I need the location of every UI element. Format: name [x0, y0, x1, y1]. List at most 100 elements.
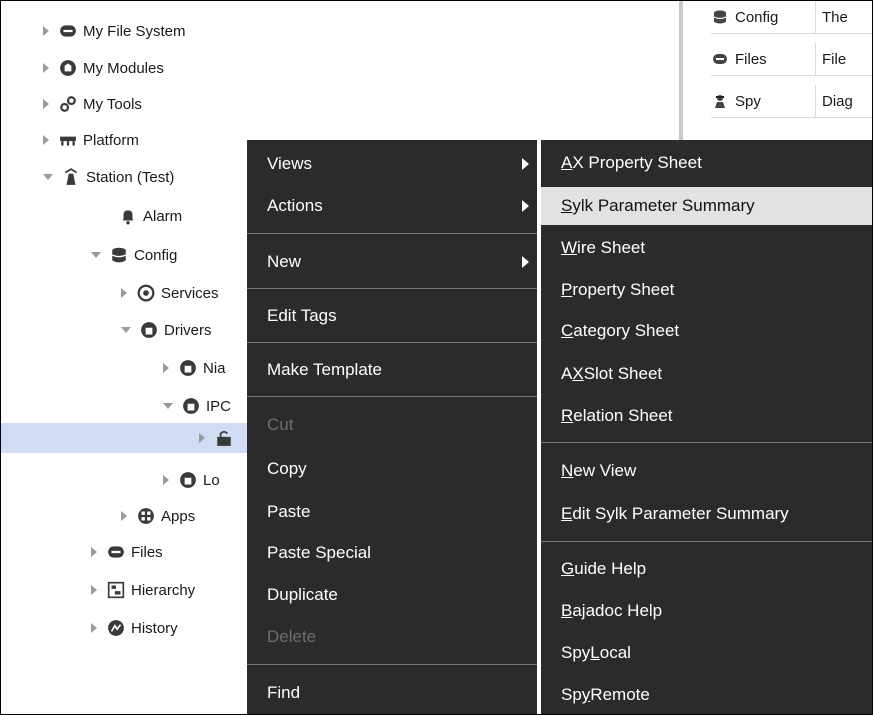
tree-node-services[interactable]: Services [121, 278, 219, 308]
menu-item-duplicate[interactable]: Duplicate [247, 576, 537, 613]
expand-arrow-icon[interactable] [199, 433, 205, 443]
tree-node-label: Platform [83, 131, 139, 149]
tree-node-label: IPC [206, 397, 232, 415]
tree-node-label: Config [134, 246, 178, 264]
database-icon [110, 246, 128, 264]
tree-node-drivers[interactable]: Drivers [121, 315, 212, 345]
history-icon [107, 619, 125, 637]
menu-item-actions[interactable]: Actions [247, 187, 537, 224]
submenu-item-edit-sylk-parameter-summary[interactable]: Edit Sylk Parameter Summary [541, 495, 872, 533]
tree-node-alarm[interactable]: Alarm [119, 201, 182, 231]
collapse-arrow-icon[interactable] [43, 174, 53, 180]
menu-item-make-template[interactable]: Make Template [247, 351, 537, 388]
expand-arrow-icon[interactable] [91, 547, 97, 557]
submenu-item-ax-property-sheet[interactable]: AX Property Sheet [541, 144, 872, 182]
submenu-arrow-icon [522, 157, 529, 170]
tree-node-label: Lo [203, 471, 220, 489]
table-row-description: File [815, 43, 846, 75]
submenu-item-bajadoc-help[interactable]: Bajadoc Help [541, 592, 872, 630]
expand-arrow-icon[interactable] [43, 99, 49, 109]
tree-node-station[interactable]: Station (Test) [43, 162, 174, 192]
tools-icon [59, 95, 77, 113]
menu-separator [247, 396, 537, 397]
views-submenu: AX Property Sheet Sylk Parameter Summary… [541, 140, 872, 714]
table-row[interactable]: Config The [711, 1, 872, 34]
submenu-item-property-sheet[interactable]: Property Sheet [541, 271, 872, 309]
tree-node-my-modules[interactable]: My Modules [43, 53, 164, 83]
table-row-name: Files [735, 50, 767, 68]
expand-arrow-icon[interactable] [163, 363, 169, 373]
bell-icon [119, 207, 137, 225]
submenu-item-new-view[interactable]: New View [541, 452, 872, 490]
tree-node-lo[interactable]: Lo [163, 465, 220, 495]
table-row[interactable]: Files File [711, 43, 872, 76]
tree-node-my-tools[interactable]: My Tools [43, 89, 142, 119]
tree-node-label: Nia [203, 359, 226, 377]
station-tree-window: Config The Files File Spy Diag My File S… [0, 0, 873, 715]
menu-item-edit-tags[interactable]: Edit Tags [247, 297, 537, 334]
menu-item-paste[interactable]: Paste [247, 493, 537, 530]
menu-separator [247, 288, 537, 289]
tree-node-label: Files [131, 543, 163, 561]
submenu-item-spy-remote[interactable]: Sp y Remote [541, 676, 872, 714]
menu-item-views[interactable]: Views [247, 145, 537, 182]
menu-item-new[interactable]: New [247, 243, 537, 280]
tree-node-label: Drivers [164, 321, 212, 339]
tree-node-label: History [131, 619, 178, 637]
submenu-item-sylk-parameter-summary[interactable]: Sylk Parameter Summary [541, 187, 872, 225]
tree-node-label: Alarm [143, 207, 183, 225]
apps-icon [137, 507, 155, 525]
table-row-name: Config [735, 8, 779, 26]
menu-item-delete[interactable]: Delete [247, 618, 537, 655]
expand-arrow-icon[interactable] [163, 475, 169, 485]
station-icon [62, 168, 80, 186]
table-row-name: Spy [735, 92, 761, 110]
tree-node-nia[interactable]: Nia [163, 353, 226, 383]
menu-separator [247, 664, 537, 665]
submenu-item-ax-slot-sheet[interactable]: AX Slot Sheet [541, 355, 872, 393]
expand-arrow-icon[interactable] [43, 135, 49, 145]
expand-arrow-icon[interactable] [121, 288, 127, 298]
tree-node-label: Apps [161, 507, 196, 525]
collapse-arrow-icon[interactable] [163, 403, 173, 409]
drive-icon [59, 22, 77, 40]
tree-node-apps[interactable]: Apps [121, 501, 195, 531]
menu-item-paste-special[interactable]: Paste Special [247, 534, 537, 571]
tree-node-ipc[interactable]: IPC [163, 391, 231, 421]
submenu-item-guide-help[interactable]: Guide Help [541, 550, 872, 588]
network-icon [179, 359, 197, 377]
menu-item-cut[interactable]: Cut [247, 406, 537, 443]
tree-node-platform[interactable]: Platform [43, 125, 139, 155]
tree-node-label: Services [161, 284, 219, 302]
tree-node-hierarchy[interactable]: Hierarchy [91, 575, 195, 605]
submenu-item-wire-sheet[interactable]: Wire Sheet [541, 229, 872, 267]
menu-separator [541, 442, 872, 443]
tree-node-label: My Modules [83, 59, 164, 77]
expand-arrow-icon[interactable] [121, 511, 127, 521]
expand-arrow-icon[interactable] [43, 26, 49, 36]
submenu-arrow-icon [522, 199, 529, 212]
menu-separator [247, 342, 537, 343]
device-icon [215, 429, 233, 447]
collapse-arrow-icon[interactable] [121, 327, 131, 333]
submenu-arrow-icon [522, 255, 529, 268]
database-icon [711, 8, 729, 26]
tree-node-selected-device[interactable] [1, 423, 247, 453]
submenu-item-relation-sheet[interactable]: Relation Sheet [541, 397, 872, 435]
expand-arrow-icon[interactable] [91, 585, 97, 595]
network-icon [182, 397, 200, 415]
submenu-item-spy-local[interactable]: Spy Local [541, 634, 872, 672]
tree-node-files[interactable]: Files [91, 537, 163, 567]
drive-icon [711, 50, 729, 68]
submenu-item-category-sheet[interactable]: Category Sheet [541, 312, 872, 350]
tree-node-history[interactable]: History [91, 613, 178, 643]
table-row[interactable]: Spy Diag [711, 85, 872, 118]
tree-node-config[interactable]: Config [91, 240, 177, 270]
hierarchy-icon [107, 581, 125, 599]
menu-item-copy[interactable]: Copy [247, 450, 537, 487]
expand-arrow-icon[interactable] [43, 63, 49, 73]
menu-item-find[interactable]: Find [247, 674, 537, 711]
tree-node-my-file-system[interactable]: My File System [43, 16, 186, 46]
collapse-arrow-icon[interactable] [91, 252, 101, 258]
expand-arrow-icon[interactable] [91, 623, 97, 633]
